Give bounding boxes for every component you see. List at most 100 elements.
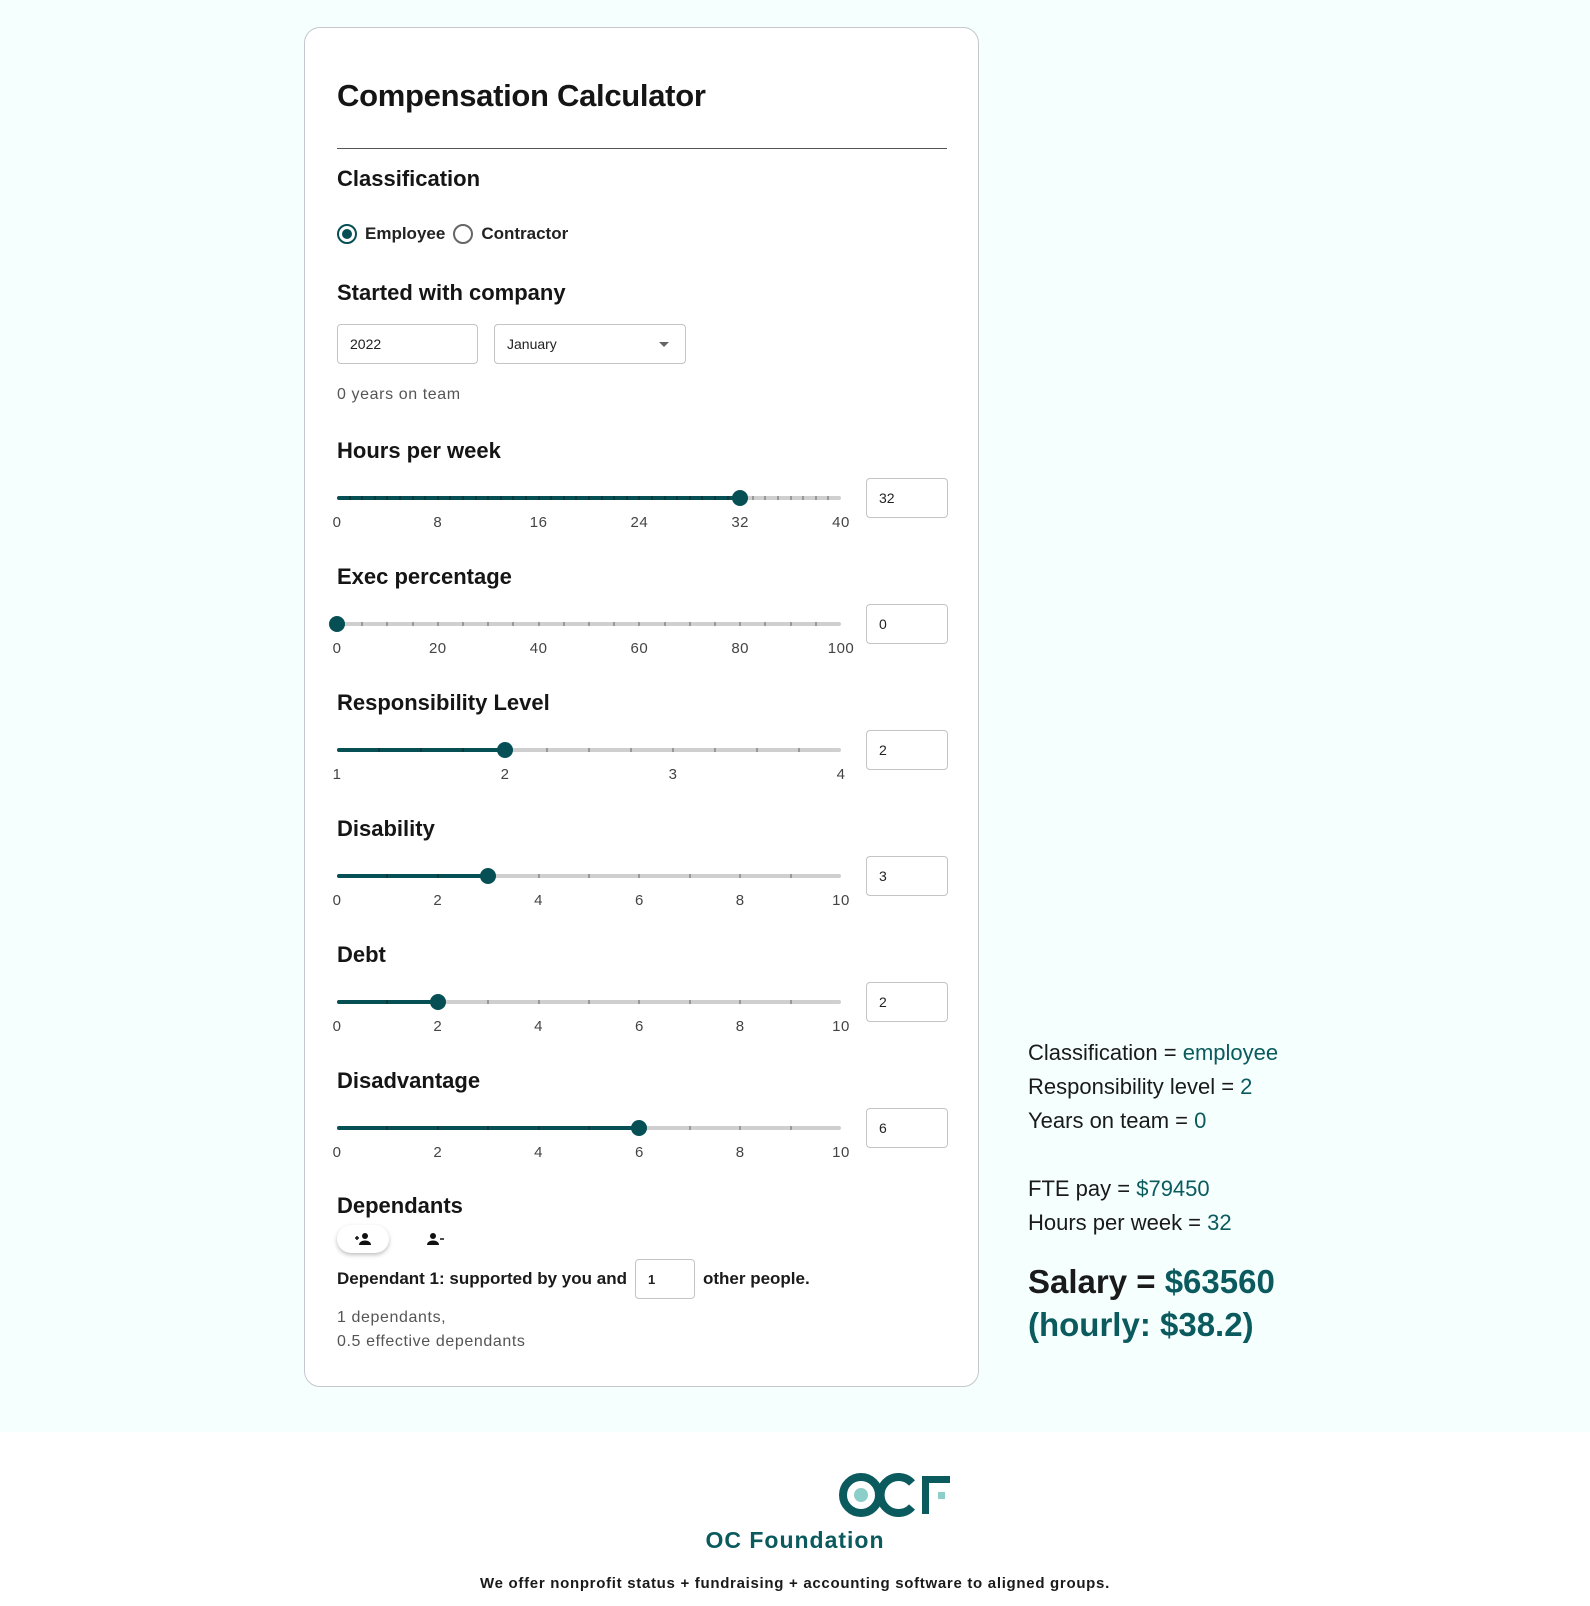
slider-step-mark bbox=[726, 496, 729, 500]
slider-disadvantage[interactable]: 0 2 4 6 8 10 bbox=[333, 1108, 849, 1161]
slider-thumb[interactable] bbox=[732, 490, 749, 506]
slider-step-mark bbox=[613, 496, 616, 500]
input-responsibility[interactable]: 2 bbox=[866, 730, 948, 770]
slider-step-mark bbox=[550, 496, 553, 500]
slider-step-mark bbox=[672, 748, 674, 752]
slider-step-mark bbox=[588, 1000, 590, 1004]
slider-label-responsibility: Responsibility Level bbox=[337, 690, 550, 715]
slider-thumb[interactable] bbox=[329, 616, 345, 632]
slider-step-mark bbox=[663, 496, 666, 500]
radio-contractor-circle[interactable] bbox=[453, 224, 474, 244]
slider-responsibility[interactable]: 1 2 3 4 bbox=[333, 730, 845, 783]
slider-tick-label: 8 bbox=[433, 514, 443, 531]
slider-step-mark bbox=[588, 748, 590, 752]
title-divider bbox=[337, 148, 947, 149]
slider-step-mark bbox=[411, 622, 414, 626]
slider-step-mark bbox=[701, 496, 704, 500]
slider-debt[interactable]: 0 2 4 6 8 10 bbox=[333, 982, 849, 1035]
slider-step-mark bbox=[462, 622, 464, 626]
input-hours[interactable]: 32 bbox=[866, 478, 948, 518]
slider-step-mark bbox=[789, 874, 792, 878]
calculator-card: Compensation Calculator Classification E… bbox=[304, 27, 979, 1387]
radio-employee-circle[interactable] bbox=[337, 224, 357, 244]
slider-tick-label: 20 bbox=[428, 640, 447, 657]
slider-tick-label: 4 bbox=[534, 1144, 544, 1161]
slider-step-mark bbox=[462, 748, 464, 752]
slider-tick-label: 2 bbox=[500, 766, 510, 783]
slider-step-mark bbox=[714, 622, 716, 626]
slider-tick-label: 6 bbox=[634, 892, 644, 909]
result-classification-value: employee bbox=[1182, 1040, 1279, 1065]
slider-step-mark bbox=[789, 1126, 792, 1130]
dependants-count: 1 dependants, bbox=[337, 1309, 447, 1326]
slider-tick-label: 8 bbox=[735, 892, 745, 909]
slider-step-mark bbox=[474, 496, 477, 500]
slider-tick-label: 0 bbox=[332, 514, 342, 531]
input-debt-value: 2 bbox=[879, 994, 887, 1010]
slider-step-mark bbox=[420, 748, 422, 752]
slider-step-mark bbox=[487, 496, 490, 500]
input-disability[interactable]: 3 bbox=[866, 856, 948, 896]
slider-tick-label: 2 bbox=[433, 892, 443, 909]
result-hours-value: 32 bbox=[1207, 1210, 1232, 1235]
input-disadvantage[interactable]: 6 bbox=[866, 1108, 948, 1148]
ocf-logo[interactable] bbox=[838, 1472, 953, 1518]
start-month-select[interactable]: January bbox=[494, 324, 686, 364]
slider-step-mark bbox=[436, 874, 439, 878]
slider-thumb[interactable] bbox=[429, 994, 446, 1010]
slider-step-mark bbox=[789, 622, 792, 626]
slider-step-mark bbox=[399, 496, 401, 500]
dependant-row: Dependant 1: supported by you and 1 othe… bbox=[337, 1259, 810, 1299]
slider-tick-label: 40 bbox=[832, 514, 850, 531]
slider-tick-label: 40 bbox=[529, 640, 548, 657]
radio-contractor[interactable]: Contractor bbox=[453, 224, 568, 244]
dependant-others-value: 1 bbox=[647, 1271, 656, 1287]
input-debt[interactable]: 2 bbox=[866, 982, 948, 1022]
slider-label-disability: Disability bbox=[337, 816, 435, 841]
slider-step-mark bbox=[588, 1126, 590, 1130]
slider-step-mark bbox=[802, 496, 805, 500]
input-exec[interactable]: 0 bbox=[866, 604, 948, 644]
slider-tick-label: 10 bbox=[832, 892, 850, 909]
slider-hours[interactable]: 0 8 16 24 32 40 bbox=[333, 478, 849, 531]
slider-disability[interactable]: 0 2 4 6 8 10 bbox=[333, 856, 849, 909]
slider-step-mark bbox=[739, 1126, 742, 1130]
slider-step-mark bbox=[386, 874, 389, 878]
radio-employee[interactable]: Employee bbox=[337, 224, 445, 244]
slider-step-mark bbox=[537, 1126, 540, 1130]
slider-thumb[interactable] bbox=[480, 868, 497, 884]
start-year-input[interactable]: 2022 bbox=[337, 324, 478, 364]
slider-step-mark bbox=[638, 496, 641, 500]
slider-tick-label: 8 bbox=[735, 1018, 745, 1035]
slider-tick-label: 16 bbox=[529, 514, 548, 531]
slider-step-mark bbox=[613, 622, 616, 626]
slider-step-mark bbox=[714, 748, 716, 752]
result-salary: Salary = $63560 bbox=[1028, 1263, 1275, 1300]
dependant-others-input[interactable]: 1 bbox=[634, 1259, 695, 1299]
slider-thumb[interactable] bbox=[497, 742, 513, 758]
remove-dependant-button[interactable] bbox=[409, 1225, 461, 1253]
result-classification: Classification = employee bbox=[1028, 1040, 1279, 1065]
slider-tick-label: 10 bbox=[832, 1018, 850, 1035]
slider-step-mark bbox=[638, 874, 641, 878]
slider-thumb[interactable] bbox=[631, 1120, 648, 1136]
slider-step-mark bbox=[512, 622, 515, 626]
slider-step-mark bbox=[630, 748, 632, 752]
slider-step-mark bbox=[537, 496, 540, 500]
add-dependant-button[interactable] bbox=[337, 1225, 389, 1253]
input-disadvantage-value: 6 bbox=[879, 1120, 887, 1136]
dependants-label: Dependants bbox=[337, 1193, 463, 1218]
slider-step-mark bbox=[424, 496, 427, 500]
slider-tick-label: 0 bbox=[332, 892, 342, 909]
started-label: Started with company bbox=[337, 280, 566, 305]
slider-step-mark bbox=[638, 622, 641, 626]
result-fte-value: $79450 bbox=[1136, 1176, 1210, 1201]
slider-step-mark bbox=[739, 1000, 742, 1004]
slider-step-mark bbox=[751, 496, 754, 500]
slider-tick-label: 60 bbox=[630, 640, 649, 657]
slider-step-mark bbox=[588, 874, 590, 878]
slider-exec[interactable]: 0 20 40 60 80 100 bbox=[329, 604, 854, 657]
input-hours-value: 32 bbox=[879, 490, 895, 506]
slider-tick-label: 24 bbox=[630, 514, 649, 531]
input-disability-value: 3 bbox=[879, 868, 887, 884]
